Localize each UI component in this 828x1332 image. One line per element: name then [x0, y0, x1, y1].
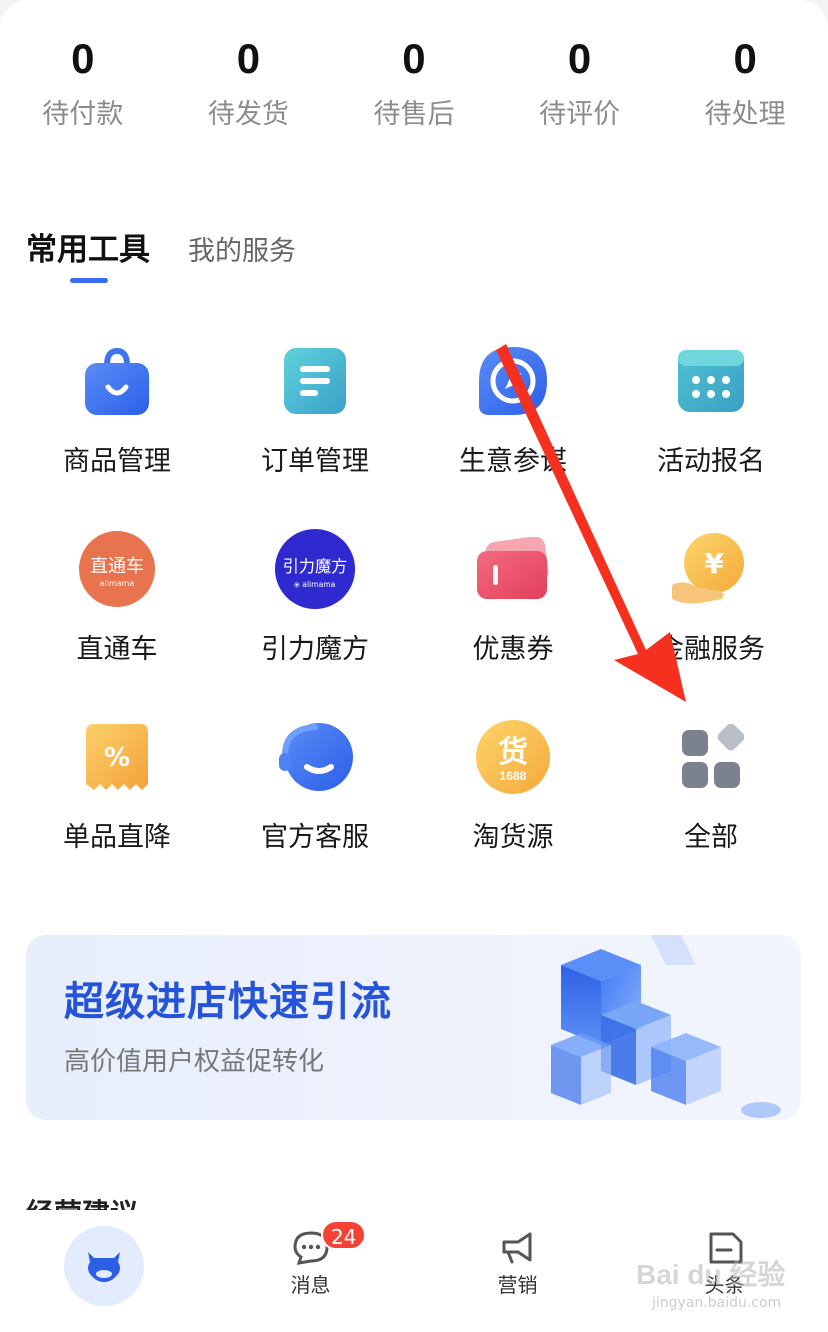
stat-pending-aftersale[interactable]: 0 待售后 [331, 34, 497, 132]
huo-logo-sub: 1688 [500, 769, 527, 783]
tab-common-tools[interactable]: 常用工具 [26, 228, 150, 283]
svg-text:%: % [104, 743, 130, 773]
tool-activity-signup[interactable]: 活动报名 [612, 340, 810, 528]
tool-label: 生意参谋 [459, 446, 567, 477]
nav-marketing[interactable]: 营销 [414, 1210, 621, 1332]
nav-messages[interactable]: 消息 24 [207, 1210, 414, 1332]
stat-count: 0 [733, 35, 757, 82]
coupon-icon [472, 528, 554, 610]
stat-label: 待付款 [42, 99, 124, 130]
nav-label: 消息 [290, 1273, 331, 1297]
tab-label: 常用工具 [26, 232, 150, 268]
stat-label: 待处理 [704, 99, 786, 130]
banner-title: 超级进店快速引流 [64, 979, 392, 1025]
order-list-icon [274, 340, 356, 422]
tools-grid: 商品管理 订单管理 生意参谋 活动报名 直通车 alimama 直通车 引力魔方… [18, 340, 810, 904]
ylmf-logo-sub: alimama [302, 580, 335, 589]
tool-ylmf[interactable]: 引力魔方 alimama ✳ 引力魔方 [216, 528, 414, 716]
tool-tabs: 常用工具 我的服务 [26, 228, 296, 283]
section-title-peek: 经营建议 [26, 1196, 138, 1210]
shopping-bag-icon [76, 340, 158, 422]
tool-business-advisor[interactable]: 生意参谋 [414, 340, 612, 528]
tool-label: 商品管理 [63, 446, 171, 477]
stat-count: 0 [71, 35, 95, 82]
tool-order-management[interactable]: 订单管理 [216, 340, 414, 528]
order-stats: 0 待付款 0 待发货 0 待售后 0 待评价 0 待处理 [0, 34, 828, 132]
tool-label: 官方客服 [261, 822, 369, 853]
stat-pending-handle[interactable]: 0 待处理 [662, 34, 828, 132]
tool-label: 引力魔方 [261, 634, 369, 665]
tool-item-discount[interactable]: % 单品直降 [18, 716, 216, 904]
stat-label: 待发货 [207, 99, 289, 130]
niu-home-icon [63, 1226, 144, 1306]
huo-logo-text: 货 [498, 735, 528, 770]
ylmf-logo-text: 引力魔方 [283, 557, 348, 576]
tool-all[interactable]: 全部 [612, 716, 810, 904]
stat-label: 待评价 [539, 99, 621, 130]
ztc-logo-text: 直通车 [90, 556, 144, 577]
tool-label: 活动报名 [657, 446, 765, 477]
compass-icon [472, 340, 554, 422]
huo-1688-logo: 货 1688 [472, 716, 554, 798]
stat-count: 0 [236, 35, 261, 82]
calendar-icon [670, 340, 752, 422]
svg-text:✳: ✳ [293, 581, 300, 591]
banner-subtitle: 高价值用户权益促转化 [64, 1047, 325, 1077]
main-card: 0 待付款 0 待发货 0 待售后 0 待评价 0 待处理 常用工具 我的服务 [0, 0, 828, 1332]
megaphone-icon [502, 1232, 531, 1264]
ylmf-logo: 引力魔方 alimama ✳ [274, 528, 356, 610]
tab-my-services[interactable]: 我的服务 [188, 232, 296, 272]
stat-count: 0 [567, 35, 592, 82]
nav-label: 营销 [497, 1273, 538, 1297]
nav-home[interactable] [0, 1210, 207, 1332]
ztc-logo: 直通车 alimama [76, 528, 158, 610]
discount-ticket-icon: % [76, 716, 158, 798]
watermark-logo: Bai du 经验 [636, 1259, 786, 1290]
promo-banner[interactable]: 超级进店快速引流 高价值用户权益促转化 [26, 935, 801, 1120]
tool-customer-service[interactable]: 官方客服 [216, 716, 414, 904]
tool-label: 直通车 [76, 634, 158, 665]
ztc-logo-sub: alimama [100, 579, 135, 588]
all-apps-icon [670, 716, 752, 798]
yen-symbol: ¥ [704, 547, 724, 580]
tab-underline [70, 278, 108, 283]
unread-badge: 24 [321, 1220, 367, 1250]
customer-service-icon [274, 716, 356, 798]
tool-label: 优惠券 [472, 634, 554, 665]
yen-coin-icon: ¥ [670, 528, 752, 610]
tool-sourcing[interactable]: 货 1688 淘货源 [414, 716, 612, 904]
stat-count: 0 [402, 35, 426, 82]
tool-label: 金融服务 [657, 634, 765, 665]
stat-pending-shipment[interactable]: 0 待发货 [166, 34, 332, 132]
cube-illustration [551, 935, 781, 1118]
tool-label: 单品直降 [63, 822, 171, 853]
stat-pending-payment[interactable]: 0 待付款 [0, 34, 166, 132]
tool-ztc[interactable]: 直通车 alimama 直通车 [18, 528, 216, 716]
tool-product-management[interactable]: 商品管理 [18, 340, 216, 528]
tool-label: 订单管理 [261, 446, 369, 477]
tool-finance-service[interactable]: ¥ 金融服务 [612, 528, 810, 716]
watermark-url: jingyan.baidu.com [652, 1295, 782, 1311]
tool-label: 淘货源 [472, 822, 554, 853]
tool-label: 全部 [684, 822, 738, 853]
stat-pending-review[interactable]: 0 待评价 [497, 34, 663, 132]
tool-coupon[interactable]: 优惠券 [414, 528, 612, 716]
stat-label: 待售后 [373, 99, 455, 130]
